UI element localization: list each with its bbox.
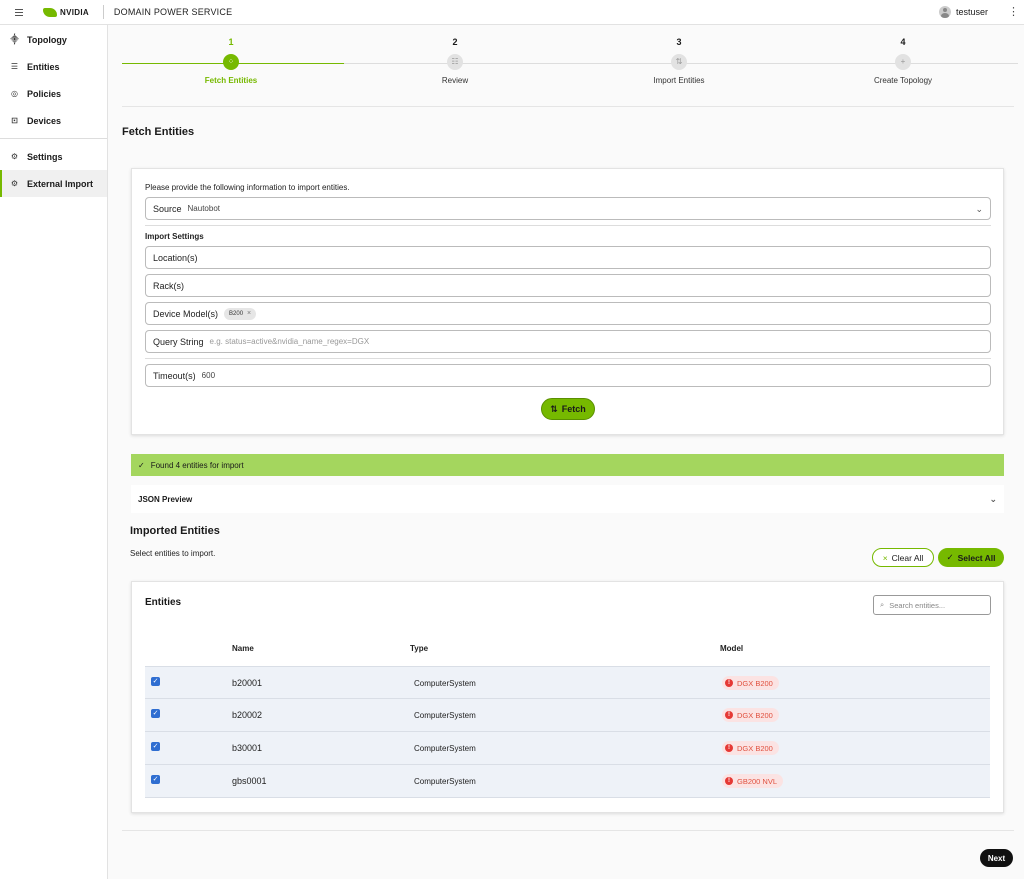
error-icon: ! — [725, 711, 733, 719]
menu-icon[interactable] — [15, 8, 29, 16]
avatar-icon — [938, 6, 951, 18]
top-bar: NVIDIA DOMAIN POWER SERVICE testuser ⋮ — [0, 0, 1024, 25]
model-badge: ! DGX B200 — [722, 741, 779, 755]
divider — [122, 106, 1014, 107]
topology-icon: ⸎ — [10, 35, 19, 44]
imported-entities-title: Imported Entities — [130, 525, 220, 537]
device-model-chip[interactable]: B200 × — [224, 307, 257, 320]
stepper: 1 ⁘ Fetch Entities 2 ☷ Review 3 ⇅ Import… — [122, 35, 1018, 107]
column-header-type[interactable]: Type — [410, 644, 428, 653]
table-row[interactable]: ✓ gbs0001 ComputerSystem ! GB200 NVL — [145, 765, 990, 798]
column-header-name[interactable]: Name — [232, 644, 254, 653]
step-fetch-entities[interactable]: 1 ⁘ Fetch Entities — [131, 35, 331, 85]
main-content: 1 ⁘ Fetch Entities 2 ☷ Review 3 ⇅ Import… — [108, 25, 1024, 879]
close-icon: × — [882, 552, 888, 563]
divider — [122, 830, 1014, 831]
row-checkbox[interactable]: ✓ — [151, 742, 160, 751]
step-review[interactable]: 2 ☷ Review — [355, 35, 555, 85]
step-create-topology[interactable]: 4 + Create Topology — [803, 35, 1003, 85]
clear-all-button[interactable]: × Clear All — [872, 548, 934, 567]
step-active-icon: ⁘ — [223, 54, 239, 70]
error-icon: ! — [725, 744, 733, 752]
search-icon: ⌕ — [880, 600, 885, 609]
success-banner: ✓ Found 4 entities for import — [131, 454, 1004, 476]
external-import-icon: ⚙ — [10, 179, 19, 188]
select-all-button[interactable]: ✓ Select All — [938, 548, 1004, 567]
model-badge: ! DGX B200 — [722, 708, 779, 722]
nvidia-logo: NVIDIA — [43, 7, 89, 17]
chevron-down-icon: ⌄ — [989, 494, 997, 504]
close-icon[interactable]: × — [247, 310, 251, 317]
sidebar-item-policies[interactable]: ◎ Policies — [0, 80, 107, 107]
next-button[interactable]: Next — [980, 849, 1013, 867]
error-icon: ! — [725, 777, 733, 785]
sidebar: ⸎ Topology ☰ Entities ◎ Policies ⊡ Devic… — [0, 25, 108, 879]
step-import-entities[interactable]: 3 ⇅ Import Entities — [579, 35, 779, 85]
row-checkbox[interactable]: ✓ — [151, 709, 160, 718]
error-icon: ! — [725, 679, 733, 687]
check-icon: ✓ — [946, 552, 954, 562]
table-row[interactable]: ✓ b20001 ComputerSystem ! DGX B200 — [145, 666, 990, 699]
entities-card: Entities ⌕ Search entities... Name Type … — [131, 581, 1004, 813]
fetch-form-card: Please provide the following information… — [131, 168, 1004, 435]
rack-input[interactable]: Rack(s) — [145, 274, 991, 297]
more-options-icon[interactable]: ⋮ — [1008, 6, 1019, 18]
model-badge: ! GB200 NVL — [722, 774, 784, 788]
gear-icon: ⚙ — [10, 152, 19, 161]
row-checkbox[interactable]: ✓ — [151, 677, 160, 686]
entities-card-title: Entities — [145, 597, 182, 608]
sidebar-item-external-import[interactable]: ⚙ External Import — [0, 170, 107, 197]
table-row[interactable]: ✓ b20002 ComputerSystem ! DGX B200 — [145, 699, 990, 732]
plus-icon: + — [895, 54, 911, 70]
check-icon: ✓ — [138, 460, 145, 470]
sidebar-item-entities[interactable]: ☰ Entities — [0, 53, 107, 80]
sidebar-item-settings[interactable]: ⚙ Settings — [0, 143, 107, 170]
entities-icon: ☰ — [10, 62, 19, 71]
table-row[interactable]: ✓ b30001 ComputerSystem ! DGX B200 — [145, 732, 990, 765]
fetch-icon: ⇅ — [550, 403, 558, 414]
query-string-input[interactable]: Query String e.g. status=active&nvidia_n… — [145, 330, 991, 353]
sidebar-item-topology[interactable]: ⸎ Topology — [0, 26, 107, 53]
username: testuser — [955, 7, 988, 17]
json-preview-toggle[interactable]: JSON Preview ⌄ — [131, 485, 1004, 513]
user-menu[interactable]: testuser — [938, 6, 988, 18]
chevron-down-icon: ⌄ — [975, 204, 983, 214]
location-input[interactable]: Location(s) — [145, 246, 991, 269]
sidebar-divider — [0, 138, 107, 139]
import-icon: ⇅ — [671, 54, 687, 70]
device-model-input[interactable]: Device Model(s) B200 × — [145, 302, 991, 325]
review-icon: ☷ — [447, 54, 463, 70]
import-settings-label: Import Settings — [145, 232, 204, 241]
search-input[interactable]: ⌕ Search entities... — [873, 595, 991, 615]
fetch-hint: Please provide the following information… — [145, 183, 350, 192]
model-badge: ! DGX B200 — [722, 676, 779, 690]
sidebar-item-devices[interactable]: ⊡ Devices — [0, 107, 107, 134]
imported-hint: Select entities to import. — [130, 549, 216, 558]
devices-icon: ⊡ — [11, 116, 18, 125]
page-title: Fetch Entities — [122, 126, 195, 138]
source-select[interactable]: Source Nautobot ⌄ — [145, 197, 991, 220]
app-title: DOMAIN POWER SERVICE — [113, 7, 233, 17]
timeout-input[interactable]: Timeout(s) 600 — [145, 364, 991, 387]
column-header-model[interactable]: Model — [720, 644, 743, 653]
policies-icon: ◎ — [11, 89, 18, 98]
fetch-button[interactable]: ⇅ Fetch — [541, 398, 595, 420]
row-checkbox[interactable]: ✓ — [151, 775, 160, 784]
